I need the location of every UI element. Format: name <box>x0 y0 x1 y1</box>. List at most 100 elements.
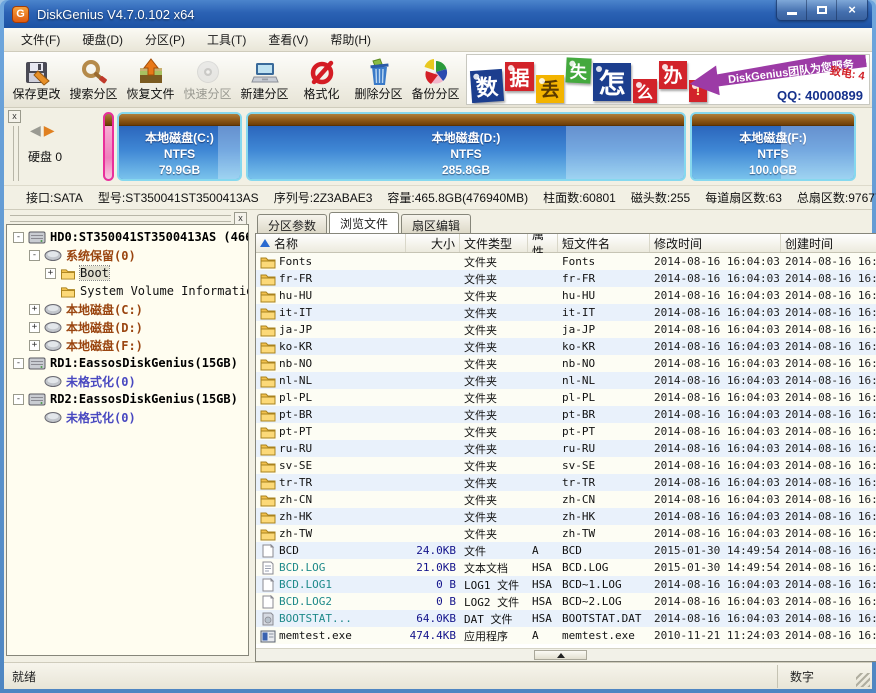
horizontal-scrollbar-thumb[interactable] <box>534 650 587 660</box>
tree-expander-icon[interactable]: - <box>13 358 24 369</box>
menu-item[interactable]: 工具(T) <box>196 28 257 51</box>
partition-block[interactable]: 本地磁盘(D:)NTFS285.8GB <box>246 112 686 181</box>
tree-expander-icon[interactable]: - <box>13 232 24 243</box>
cell-file-type: 应用程序 <box>460 628 528 644</box>
tree-expander-icon[interactable]: - <box>13 394 24 405</box>
table-row[interactable]: pt-PT文件夹pt-PT2014-08-16 16:04:032014-08-… <box>256 423 876 440</box>
cell-file-type: 文件夹 <box>460 509 528 525</box>
close-button[interactable]: × <box>837 0 867 20</box>
close-disk-panel-icon[interactable]: x <box>8 110 21 123</box>
table-row[interactable]: zh-TW文件夹zh-TW2014-08-16 16:04:032014-08-… <box>256 525 876 542</box>
column-header[interactable]: 短文件名 <box>558 234 650 252</box>
menu-item[interactable]: 帮助(H) <box>319 28 382 51</box>
tree-item[interactable]: -HD0:ST350041ST3500413AS (466GB) <box>7 228 248 246</box>
column-header[interactable]: 创建时间 <box>781 234 876 252</box>
table-row[interactable]: zh-CN文件夹zh-CN2014-08-16 16:04:032014-08-… <box>256 491 876 508</box>
next-disk-icon[interactable]: ▶ <box>44 122 58 138</box>
menu-item[interactable]: 查看(V) <box>257 28 319 51</box>
column-header[interactable]: 大小 <box>406 234 460 252</box>
table-row[interactable]: it-IT文件夹it-IT2014-08-16 16:04:032014-08-… <box>256 304 876 321</box>
table-row[interactable]: ru-RU文件夹ru-RU2014-08-16 16:04:032014-08-… <box>256 440 876 457</box>
folder-icon <box>60 285 76 298</box>
cell-modified-time: 2014-08-16 16:04:03 <box>650 374 781 387</box>
folder-icon <box>260 306 276 320</box>
disk-info-item: 序列号:2Z3ABAE3 <box>274 189 373 206</box>
tree-item[interactable]: +Boot <box>7 264 248 282</box>
tree-item[interactable]: -RD2:EassosDiskGenius(15GB) <box>7 390 248 408</box>
tab-inactive[interactable]: 扇区编辑 <box>401 214 471 233</box>
table-row[interactable]: BCD24.0KB文件ABCD2015-01-30 14:49:542014-0… <box>256 542 876 559</box>
menu-item[interactable]: 硬盘(D) <box>71 28 134 51</box>
toolbar-button-delete-partition[interactable]: 删除分区 <box>350 53 407 106</box>
table-row[interactable]: nl-NL文件夹nl-NL2014-08-16 16:04:032014-08-… <box>256 372 876 389</box>
toolbar-button-format[interactable]: 格式化 <box>293 53 350 106</box>
table-row[interactable]: memtest.exe474.4KB应用程序Amemtest.exe2010-1… <box>256 627 876 644</box>
folder-icon <box>260 459 276 473</box>
tree-expander-icon[interactable]: + <box>29 304 40 315</box>
table-row[interactable]: Fonts文件夹Fonts2014-08-16 16:04:032014-08-… <box>256 253 876 270</box>
table-row[interactable]: ja-JP文件夹ja-JP2014-08-16 16:04:032014-08-… <box>256 321 876 338</box>
tree-item[interactable]: -系统保留(0) <box>7 246 248 264</box>
tree-item[interactable]: 未格式化(0) <box>7 372 248 390</box>
minimize-button[interactable] <box>777 0 807 20</box>
table-row[interactable]: nb-NO文件夹nb-NO2014-08-16 16:04:032014-08-… <box>256 355 876 372</box>
partition-block[interactable]: 本地磁盘(C:)NTFS79.9GB <box>117 112 242 181</box>
horizontal-scrollbar[interactable] <box>256 648 876 661</box>
title-bar[interactable]: G DiskGenius V4.7.0.102 x64 × <box>4 0 872 28</box>
cell-attributes: HSA <box>528 561 558 574</box>
partition-block[interactable]: 本地磁盘(F:)NTFS100.0GB <box>690 112 856 181</box>
column-header[interactable]: 修改时间 <box>650 234 781 252</box>
prev-disk-icon[interactable]: ◀ <box>30 122 44 138</box>
table-row[interactable]: BCD.LOG10 BLOG1 文件HSABCD~1.LOG2014-08-16… <box>256 576 876 593</box>
cell-file-type: 文件夹 <box>460 271 528 287</box>
table-row[interactable]: BOOTSTAT...64.0KBDAT 文件HSABOOTSTAT.DAT20… <box>256 610 876 627</box>
tree-item[interactable]: +本地磁盘(F:) <box>7 336 248 354</box>
table-row[interactable]: pt-BR文件夹pt-BR2014-08-16 16:04:032014-08-… <box>256 406 876 423</box>
partition-block-selected[interactable] <box>103 112 114 181</box>
tree-item[interactable]: -RD1:EassosDiskGenius(15GB) <box>7 354 248 372</box>
cell-short-name: BCD~1.LOG <box>558 578 650 591</box>
column-header[interactable]: 属性 <box>528 234 558 252</box>
toolbar-button-new-partition[interactable]: 新建分区 <box>236 53 293 106</box>
resize-grip[interactable] <box>856 673 870 687</box>
view-tabs: 分区参数浏览文件扇区编辑 <box>255 212 876 233</box>
table-row[interactable]: tr-TR文件夹tr-TR2014-08-16 16:04:032014-08-… <box>256 474 876 491</box>
column-header[interactable]: 名称 <box>256 234 406 252</box>
column-header[interactable]: 文件类型 <box>460 234 528 252</box>
maximize-button[interactable] <box>807 0 837 20</box>
close-tree-panel-icon[interactable]: x <box>234 212 247 225</box>
toolbar-button-search[interactable]: 搜索分区 <box>65 53 122 106</box>
toolbar-button-save[interactable]: 保存更改 <box>8 53 65 106</box>
table-row[interactable]: zh-HK文件夹zh-HK2014-08-16 16:04:032014-08-… <box>256 508 876 525</box>
disk-panel-grip[interactable] <box>13 126 19 181</box>
disk-overview-panel: x ◀▶ 硬盘 0 本地磁盘(C:)NTFS79.9GB本地磁盘(D:)NTFS… <box>4 108 872 186</box>
tree-expander-icon[interactable]: + <box>29 322 40 333</box>
menu-item[interactable]: 分区(P) <box>134 28 196 51</box>
table-row[interactable]: hu-HU文件夹hu-HU2014-08-16 16:04:032014-08-… <box>256 287 876 304</box>
tree-item[interactable]: 未格式化(0) <box>7 408 248 426</box>
tree-grab-bar[interactable]: x <box>10 213 247 223</box>
toolbar-button-backup-partition[interactable]: 备份分区 <box>407 53 464 106</box>
table-row[interactable]: ko-KR文件夹ko-KR2014-08-16 16:04:032014-08-… <box>256 338 876 355</box>
tab-active[interactable]: 浏览文件 <box>329 212 399 233</box>
cell-modified-time: 2015-01-30 14:49:54 <box>650 561 781 574</box>
tree-expander-icon[interactable]: + <box>29 340 40 351</box>
tab-inactive[interactable]: 分区参数 <box>257 214 327 233</box>
toolbar-button-recover[interactable]: 恢复文件 <box>122 53 179 106</box>
cell-file-type: 文件夹 <box>460 339 528 355</box>
tree-expander-icon[interactable]: + <box>45 268 56 279</box>
table-row[interactable]: pl-PL文件夹pl-PL2014-08-16 16:04:032014-08-… <box>256 389 876 406</box>
ad-banner[interactable]: 数据丢失怎么办! DiskGenius团队为您服务 致电: 4 QQ: 4000… <box>466 54 870 105</box>
table-row[interactable]: BCD.LOG21.0KB文本文档HSABCD.LOG2015-01-30 14… <box>256 559 876 576</box>
table-row[interactable]: sv-SE文件夹sv-SE2014-08-16 16:04:032014-08-… <box>256 457 876 474</box>
tree-item[interactable]: +本地磁盘(D:) <box>7 318 248 336</box>
menu-item[interactable]: 文件(F) <box>10 28 71 51</box>
cell-name: pt-PT <box>256 425 406 439</box>
cell-created-time: 2014-08-16 16:04:03 <box>781 289 876 302</box>
table-row[interactable]: fr-FR文件夹fr-FR2014-08-16 16:04:032014-08-… <box>256 270 876 287</box>
tree-expander-icon[interactable]: - <box>29 250 40 261</box>
table-row[interactable]: BCD.LOG20 BLOG2 文件HSABCD~2.LOG2014-08-16… <box>256 593 876 610</box>
tree-item[interactable]: System Volume Information <box>7 282 248 300</box>
tree-item[interactable]: +本地磁盘(C:) <box>7 300 248 318</box>
cell-modified-time: 2014-08-16 16:04:03 <box>650 476 781 489</box>
